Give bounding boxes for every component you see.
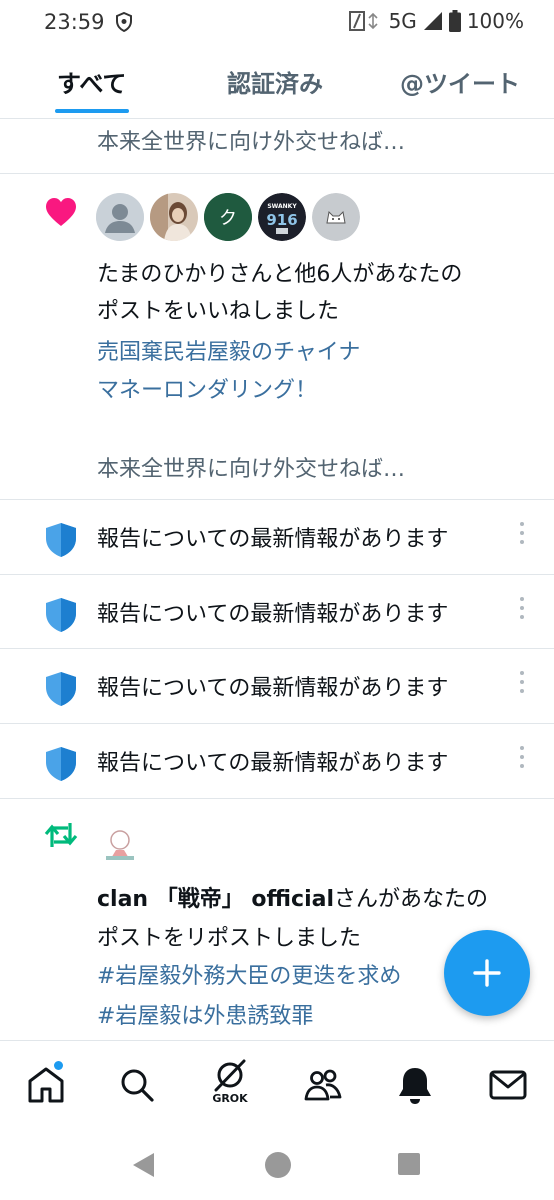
svg-text:SWANKY: SWANKY	[267, 203, 297, 210]
battery-icon	[448, 10, 461, 32]
search-icon	[121, 1069, 154, 1102]
shield-check-icon	[46, 672, 76, 706]
report-update-text: 報告についての最新情報があります	[97, 602, 449, 627]
notification-tabs: すべて 認証済み @ツイート	[0, 56, 554, 116]
battery-label: 100%	[466, 9, 524, 33]
nav-communities[interactable]	[301, 1063, 345, 1107]
more-options-icon[interactable]	[516, 595, 528, 621]
previous-post-snippet[interactable]: 本来全世界に向け外交せねば…	[97, 124, 405, 156]
report-update-text: 報告についての最新情報があります	[97, 676, 449, 701]
home-notification-dot	[54, 1061, 63, 1070]
data-saver-icon	[348, 11, 378, 31]
divider	[0, 173, 554, 174]
shield-check-icon	[46, 598, 76, 632]
tabs-divider	[0, 118, 554, 119]
clan-avatar[interactable]	[96, 820, 144, 868]
repost-notification-text: clan 「戦帝」 officialさんがあなたの	[97, 881, 488, 913]
like-notification-text: たまのひかりさんと他6人があなたの	[97, 262, 463, 287]
tab-verified[interactable]: 認証済み	[227, 64, 323, 99]
report-update-row[interactable]: 報告についての最新情報があります	[0, 500, 554, 574]
svg-text:ク: ク	[219, 208, 237, 229]
repost-text-rest: さんがあなたの	[334, 887, 489, 912]
notifications-icon	[399, 1068, 431, 1104]
repost-notification-text-line2: ポストをリポストしました	[97, 926, 362, 951]
nav-grok[interactable]: GROK	[208, 1059, 252, 1111]
signal-icon	[423, 12, 442, 30]
plus-icon	[473, 959, 501, 987]
nav-messages[interactable]	[486, 1063, 530, 1107]
status-bar: 23:59 5G 100%	[0, 0, 554, 44]
repost-icon	[44, 823, 78, 847]
nav-search[interactable]	[115, 1063, 159, 1107]
more-options-icon[interactable]	[516, 744, 528, 770]
report-update-row[interactable]: 報告についての最新情報があります	[0, 649, 554, 723]
communities-icon	[304, 1069, 342, 1101]
heart-icon	[46, 198, 76, 226]
liked-post-line1: 売国棄民岩屋毅のチャイナ	[97, 340, 361, 365]
liked-post-line2: マネーロンダリング！	[97, 378, 318, 403]
nav-home[interactable]	[24, 1063, 68, 1107]
like-notification-text-line2: ポストをいいねしました	[97, 299, 340, 324]
network-label: 5G	[388, 9, 417, 33]
cat-avatar[interactable]	[312, 193, 360, 241]
team-avatar[interactable]: SWANKY 916	[258, 193, 306, 241]
default-avatar[interactable]	[96, 193, 144, 241]
shield-check-icon	[46, 523, 76, 557]
liked-post-line3: 本来全世界に向け外交せねば…	[97, 457, 406, 482]
hashtag-link[interactable]: #岩屋毅は外患誘致罪	[97, 998, 313, 1030]
more-options-icon[interactable]	[516, 520, 528, 546]
svg-text:916: 916	[266, 211, 297, 229]
report-update-row[interactable]: 報告についての最新情報があります	[0, 724, 554, 798]
status-time: 23:59	[44, 10, 105, 34]
report-update-text: 報告についての最新情報があります	[97, 751, 449, 776]
shield-icon	[116, 12, 132, 32]
divider	[0, 798, 554, 799]
photo-avatar[interactable]	[150, 193, 198, 241]
report-update-text: 報告についての最新情報があります	[97, 527, 449, 552]
back-icon[interactable]	[130, 1151, 156, 1179]
hashtag-link[interactable]: #岩屋毅外務大臣の更迭を求め	[97, 958, 401, 990]
messages-icon	[489, 1070, 527, 1100]
more-options-icon[interactable]	[516, 669, 528, 695]
nav-notifications[interactable]	[393, 1063, 437, 1107]
active-tab-indicator	[55, 109, 129, 113]
report-update-row[interactable]: 報告についての最新情報があります	[0, 575, 554, 649]
bottom-navigation: GROK	[0, 1040, 554, 1124]
letter-avatar[interactable]: ク	[204, 193, 252, 241]
tab-all[interactable]: すべて	[57, 64, 126, 99]
shield-check-icon	[46, 747, 76, 781]
system-navigation-bar	[0, 1124, 554, 1200]
grok-icon	[214, 1059, 246, 1092]
home-circle-icon[interactable]	[264, 1151, 292, 1179]
compose-fab[interactable]	[444, 930, 530, 1016]
tab-mentions[interactable]: @ツイート	[400, 64, 520, 99]
home-icon	[28, 1067, 64, 1103]
grok-label: GROK	[212, 1092, 248, 1105]
recents-icon[interactable]	[397, 1152, 421, 1176]
repost-account-name[interactable]: clan 「戦帝」 official	[97, 887, 334, 912]
